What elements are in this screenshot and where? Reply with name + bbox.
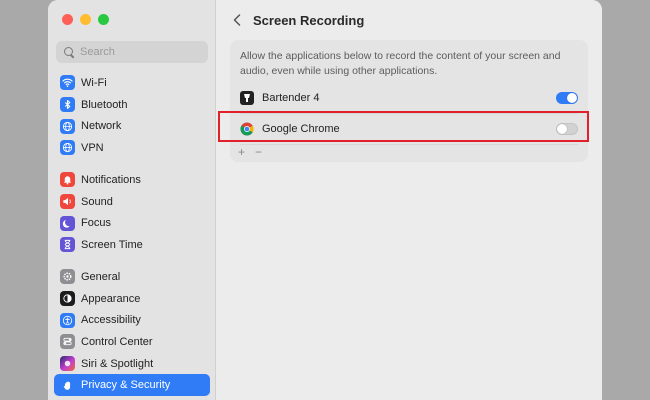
close-window-button[interactable] bbox=[62, 14, 73, 25]
chrome-permission-toggle[interactable] bbox=[556, 123, 578, 135]
sidebar-item-label: Control Center bbox=[81, 335, 153, 348]
remove-app-button[interactable]: − bbox=[255, 145, 262, 159]
panel-description: Allow the applications below to record t… bbox=[240, 50, 561, 77]
sidebar-item-label: Bluetooth bbox=[81, 98, 128, 111]
sidebar-item-label: Notifications bbox=[81, 173, 141, 186]
globe-icon bbox=[60, 118, 75, 134]
sidebar-item-label: Wi-Fi bbox=[81, 76, 107, 89]
add-remove-controls: + − bbox=[238, 145, 262, 159]
app-name: Bartender 4 bbox=[262, 92, 320, 104]
sidebar-group-network: Wi-Fi Bluetooth Network VPN bbox=[54, 72, 210, 159]
minimize-window-button[interactable] bbox=[80, 14, 91, 25]
zoom-window-button[interactable] bbox=[98, 14, 109, 25]
sidebar-item-screen-time[interactable]: Screen Time bbox=[54, 234, 210, 256]
search-box[interactable] bbox=[56, 41, 208, 63]
app-row-bartender: Bartender 4 bbox=[230, 83, 588, 113]
sidebar-item-label: Accessibility bbox=[81, 314, 141, 327]
sidebar-item-focus[interactable]: Focus bbox=[54, 212, 210, 234]
back-chevron-icon[interactable] bbox=[230, 12, 244, 28]
search-input[interactable] bbox=[80, 46, 200, 58]
app-row-google-chrome: Google Chrome bbox=[230, 114, 588, 144]
sidebar-item-siri-spotlight[interactable]: Siri & Spotlight bbox=[54, 353, 210, 375]
speaker-icon bbox=[60, 194, 75, 210]
sidebar-item-label: Privacy & Security bbox=[81, 379, 171, 392]
screen-recording-panel: Allow the applications below to record t… bbox=[230, 40, 588, 162]
sidebar-item-wifi[interactable]: Wi-Fi bbox=[54, 72, 210, 94]
sidebar-item-general[interactable]: General bbox=[54, 266, 210, 288]
wifi-icon bbox=[60, 75, 75, 91]
sidebar-item-sound[interactable]: Sound bbox=[54, 191, 210, 213]
sidebar-item-label: Network bbox=[81, 120, 122, 133]
sidebar-item-network[interactable]: Network bbox=[54, 115, 210, 137]
settings-window: Wi-Fi Bluetooth Network VPN bbox=[48, 0, 602, 400]
bluetooth-icon bbox=[60, 97, 75, 113]
control-center-icon bbox=[60, 334, 75, 350]
row-divider bbox=[240, 144, 578, 145]
sidebar-group-notifications: Notifications Sound Focus Screen Time bbox=[54, 169, 210, 256]
hourglass-icon bbox=[60, 237, 75, 253]
chrome-app-icon bbox=[240, 122, 254, 136]
bell-icon bbox=[60, 172, 75, 188]
bartender-app-icon bbox=[240, 91, 254, 105]
hand-icon bbox=[60, 377, 75, 393]
add-app-button[interactable]: + bbox=[238, 145, 245, 159]
sidebar-item-label: VPN bbox=[81, 141, 104, 154]
sidebar-item-appearance[interactable]: Appearance bbox=[54, 288, 210, 310]
sidebar-item-accessibility[interactable]: Accessibility bbox=[54, 309, 210, 331]
sidebar-item-label: Siri & Spotlight bbox=[81, 357, 154, 370]
accessibility-icon bbox=[60, 312, 75, 328]
siri-icon bbox=[60, 356, 75, 372]
sidebar-item-notifications[interactable]: Notifications bbox=[54, 169, 210, 191]
sidebar-item-label: Sound bbox=[81, 195, 113, 208]
sidebar-item-vpn[interactable]: VPN bbox=[54, 137, 210, 159]
window-controls bbox=[62, 14, 109, 25]
sidebar-item-label: Appearance bbox=[81, 292, 141, 305]
app-name: Google Chrome bbox=[262, 123, 340, 135]
gear-icon bbox=[60, 269, 75, 285]
sidebar-item-label: Screen Time bbox=[81, 238, 143, 251]
globe-icon bbox=[60, 140, 75, 156]
sidebar-item-bluetooth[interactable]: Bluetooth bbox=[54, 94, 210, 116]
moon-icon bbox=[60, 215, 75, 231]
sidebar-item-control-center[interactable]: Control Center bbox=[54, 331, 210, 353]
sidebar-item-label: General bbox=[81, 270, 121, 283]
sidebar-group-system: General Appearance Accessibility Control… bbox=[54, 266, 210, 397]
search-icon bbox=[64, 46, 75, 58]
sidebar-item-label: Focus bbox=[81, 217, 111, 230]
sidebar-item-privacy-security[interactable]: Privacy & Security bbox=[54, 374, 210, 397]
sidebar: Wi-Fi Bluetooth Network VPN bbox=[48, 0, 216, 400]
main-content: Screen Recording Allow the applications … bbox=[216, 0, 602, 400]
appearance-icon bbox=[60, 291, 75, 307]
page-title: Screen Recording bbox=[253, 13, 365, 28]
bartender-permission-toggle[interactable] bbox=[556, 92, 578, 104]
